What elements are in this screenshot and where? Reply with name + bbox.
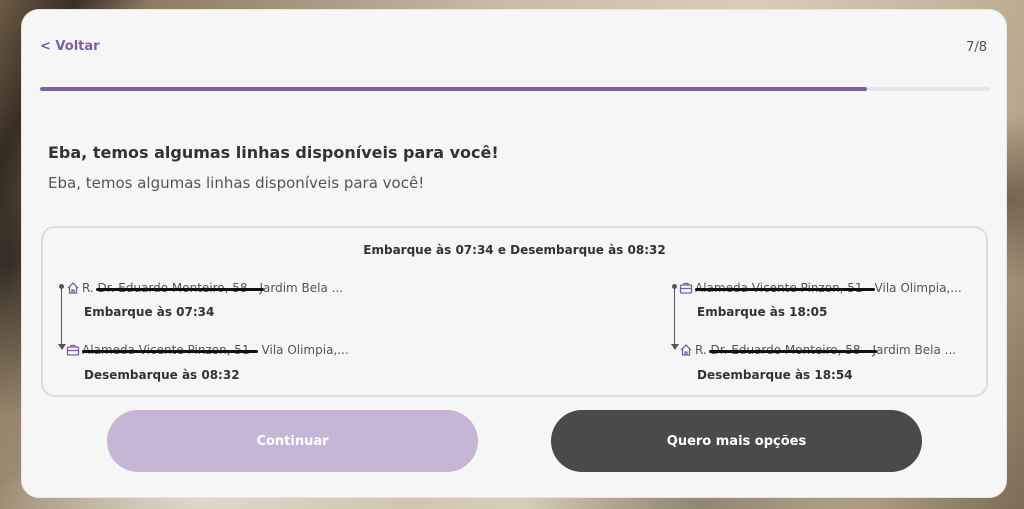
home-icon xyxy=(680,344,692,356)
progress-fill xyxy=(40,87,867,91)
trip-card[interactable]: Embarque às 07:34 e Desembarque às 08:32… xyxy=(41,226,988,397)
outbound-leg: R. Dr. Eduardo Monteiro, 58 - Jardim Bel… xyxy=(58,278,378,388)
briefcase-icon xyxy=(66,344,80,356)
outbound-destination: Alameda Vicente Pinzon, 51 - Vila Olimpi… xyxy=(66,340,349,360)
more-options-button[interactable]: Quero mais opções xyxy=(551,410,922,472)
return-boarding-time: Embarque às 18:05 xyxy=(697,305,828,319)
return-origin-address: Alameda Vicente Pinzon, 51 - Vila Olimpi… xyxy=(695,281,962,295)
continue-button[interactable]: Continuar xyxy=(107,410,478,472)
redaction-mark xyxy=(96,288,264,291)
page-subtitle: Eba, temos algumas linhas disponíveis pa… xyxy=(48,174,425,192)
wizard-card: < Voltar 7/8 Eba, temos algumas linhas d… xyxy=(21,9,1007,498)
return-destination-address: R. Dr. Eduardo Monteiro, 58 - Jardim Bel… xyxy=(695,343,956,357)
route-arrow-icon xyxy=(671,344,679,350)
route-arrow-icon xyxy=(58,344,66,350)
return-destination: R. Dr. Eduardo Monteiro, 58 - Jardim Bel… xyxy=(679,340,956,360)
step-counter: 7/8 xyxy=(966,40,987,55)
return-leg: Alameda Vicente Pinzon, 51 - Vila Olimpi… xyxy=(671,278,991,388)
route-line xyxy=(61,288,62,348)
briefcase-icon xyxy=(679,282,693,294)
redaction-mark xyxy=(709,350,877,353)
home-icon xyxy=(67,282,79,294)
progress-bar xyxy=(40,87,990,91)
outbound-arrival-time: Desembarque às 08:32 xyxy=(84,368,240,382)
page-title: Eba, temos algumas linhas disponíveis pa… xyxy=(48,143,499,162)
redaction-mark xyxy=(82,350,258,353)
outbound-destination-address: Alameda Vicente Pinzon, 51 - Vila Olimpi… xyxy=(82,343,349,357)
back-link[interactable]: < Voltar xyxy=(40,39,100,54)
trip-summary: Embarque às 07:34 e Desembarque às 08:32 xyxy=(363,243,666,257)
route-line xyxy=(674,288,675,348)
return-origin: Alameda Vicente Pinzon, 51 - Vila Olimpi… xyxy=(679,278,962,298)
redaction-mark xyxy=(695,288,875,291)
outbound-origin: R. Dr. Eduardo Monteiro, 58 - Jardim Bel… xyxy=(66,278,343,298)
outbound-origin-address: R. Dr. Eduardo Monteiro, 58 - Jardim Bel… xyxy=(82,281,343,295)
return-arrival-time: Desembarque às 18:54 xyxy=(697,368,853,382)
outbound-boarding-time: Embarque às 07:34 xyxy=(84,305,215,319)
